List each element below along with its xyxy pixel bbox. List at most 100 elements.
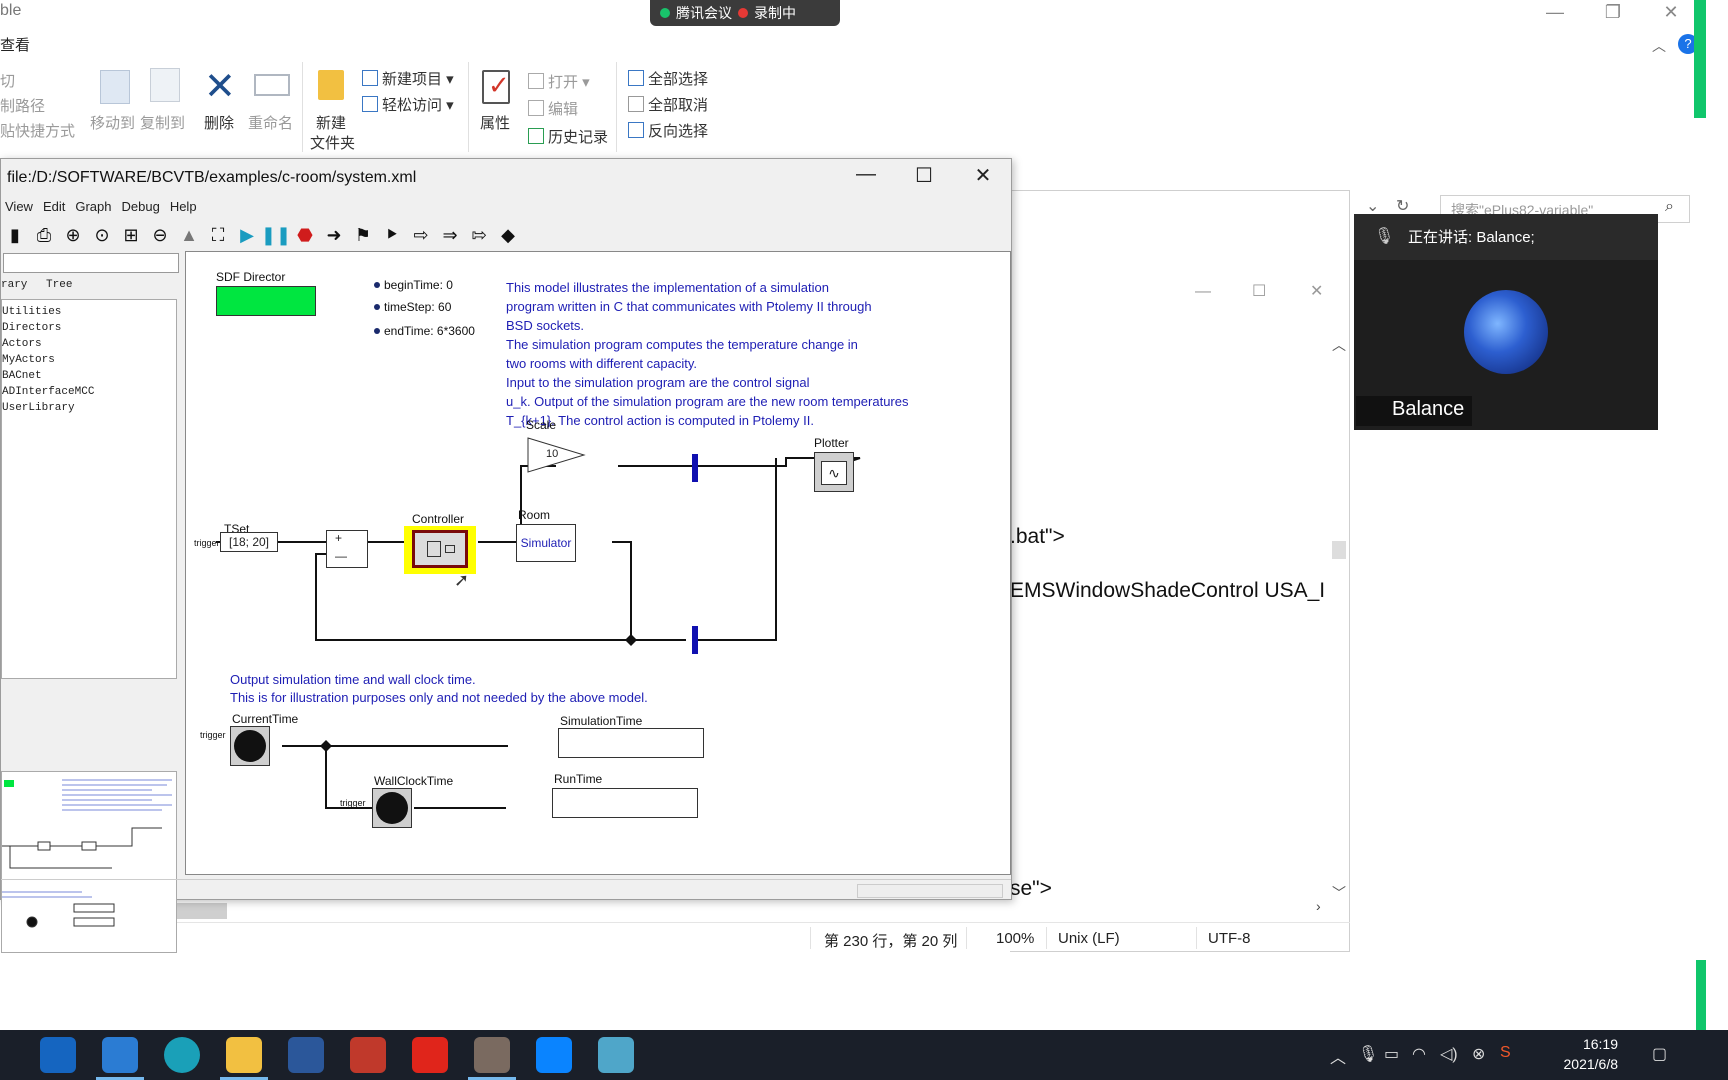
run-icon[interactable]: ▶: [235, 224, 259, 246]
menu-debug[interactable]: Debug: [122, 199, 160, 214]
line-ending[interactable]: Unix (LF): [1058, 930, 1120, 947]
layout-icon[interactable]: ▲: [177, 224, 201, 246]
tab-view[interactable]: 查看: [0, 34, 30, 55]
wall-clock-time-block[interactable]: [372, 788, 412, 828]
encoding[interactable]: UTF-8: [1208, 930, 1251, 947]
word-icon[interactable]: [288, 1037, 324, 1073]
meeting-video-panel[interactable]: 正在讲话: Balance; 🎙 Balance: [1354, 214, 1658, 430]
library-item[interactable]: ADInterfaceMCC: [2, 384, 176, 400]
minimize-button[interactable]: —: [1540, 2, 1570, 23]
relation-icon[interactable]: ◆: [496, 224, 520, 246]
tab-tree[interactable]: Tree: [46, 279, 72, 291]
battery-icon[interactable]: ▭: [1384, 1044, 1399, 1064]
maximize-button[interactable]: ☐: [904, 163, 944, 188]
add-subtract-block[interactable]: + —: [326, 530, 368, 568]
menu-edit[interactable]: Edit: [43, 199, 65, 214]
invert-selection-button[interactable]: 反向选择: [628, 120, 708, 141]
pause-icon[interactable]: ❚❚: [261, 224, 291, 246]
wifi-icon[interactable]: ◠: [1412, 1044, 1426, 1064]
horizontal-scrollbar[interactable]: ‹ ›: [70, 898, 1350, 920]
collapse-ribbon-icon[interactable]: ︿: [1652, 36, 1666, 56]
plotter-block[interactable]: ∿: [814, 452, 854, 492]
chevron-up-icon[interactable]: ︿: [1330, 1044, 1346, 1068]
code-line[interactable]: EMSWindowShadeControl USA_I: [1010, 579, 1325, 603]
scrollbar-thumb[interactable]: [1332, 541, 1346, 559]
cut-label[interactable]: 切: [0, 70, 15, 91]
open-button[interactable]: 打开 ▾: [528, 71, 590, 92]
paste-shortcut-label[interactable]: 贴快捷方式: [0, 120, 75, 141]
stop-icon[interactable]: ⬣: [293, 224, 317, 246]
simulator-block[interactable]: Simulator: [516, 524, 576, 562]
rename-button[interactable]: 重命名: [248, 112, 293, 133]
library-item[interactable]: BACnet: [2, 368, 176, 384]
notification-icon[interactable]: ▢: [1652, 1044, 1667, 1064]
output-note-line[interactable]: Output simulation time and wall clock ti…: [230, 670, 476, 689]
simulation-time-display[interactable]: [558, 728, 704, 758]
youdao-icon[interactable]: [412, 1037, 448, 1073]
close-button[interactable]: ✕: [1310, 281, 1323, 301]
minimize-button[interactable]: —: [846, 163, 886, 186]
tab-library[interactable]: rary: [1, 279, 27, 291]
restore-button[interactable]: ❐: [1598, 2, 1628, 23]
scroll-up-icon[interactable]: ︿: [1332, 335, 1346, 355]
select-all-button[interactable]: 全部选择: [628, 68, 708, 89]
calendar-icon[interactable]: [40, 1037, 76, 1073]
io-port-icon[interactable]: ⇰: [467, 224, 491, 246]
code-line[interactable]: .bat">: [1010, 525, 1065, 549]
port-icon[interactable]: ⯈: [380, 224, 404, 246]
ptolemy-icon[interactable]: [474, 1037, 510, 1073]
minimize-button[interactable]: —: [1195, 283, 1211, 301]
print-icon[interactable]: ⎙: [32, 224, 56, 246]
close-button[interactable]: ✕: [963, 163, 1003, 188]
menu-help[interactable]: Help: [170, 199, 197, 214]
edge-icon[interactable]: [164, 1037, 200, 1073]
history-button[interactable]: 历史记录: [528, 126, 608, 147]
move-to-button[interactable]: 移动到: [90, 112, 135, 133]
controller-block[interactable]: [412, 530, 468, 568]
properties-button[interactable]: 属性: [480, 112, 510, 133]
photos-icon[interactable]: [536, 1037, 572, 1073]
clock[interactable]: 16:19 2021/6/8: [1564, 1034, 1619, 1074]
library-item[interactable]: Actors: [2, 336, 176, 352]
menu-graph[interactable]: Graph: [75, 199, 111, 214]
menu-view[interactable]: View: [5, 199, 33, 214]
save-icon[interactable]: ▮: [3, 224, 27, 246]
library-item[interactable]: Directors: [2, 320, 176, 336]
copy-to-button[interactable]: 复制到: [140, 112, 185, 133]
volume-icon[interactable]: ◁): [1440, 1044, 1458, 1064]
library-item[interactable]: UserLibrary: [2, 400, 176, 416]
zoom-fit-icon[interactable]: ⊞: [119, 224, 143, 246]
chevron-down-icon[interactable]: ⌄: [1366, 196, 1379, 216]
zoom-in-icon[interactable]: ⊕: [61, 224, 85, 246]
model-overview[interactable]: [1, 771, 177, 953]
refresh-icon[interactable]: ↻: [1396, 196, 1409, 216]
library-item[interactable]: Utilities: [2, 304, 176, 320]
meeting-status-bar[interactable]: 腾讯会议 录制中: [650, 0, 840, 26]
new-folder-label-1[interactable]: 新建: [316, 112, 346, 133]
scroll-right-icon[interactable]: ›: [1316, 898, 1321, 914]
todo-icon[interactable]: [102, 1037, 138, 1073]
easy-access-button[interactable]: 轻松访问 ▾: [362, 94, 454, 115]
flag-icon[interactable]: ⚑: [351, 224, 375, 246]
multiport-icon[interactable]: ⇒: [438, 224, 462, 246]
microphone-icon[interactable]: 🎙: [1358, 1044, 1378, 1064]
hollow-arrow-icon[interactable]: ⇨: [409, 224, 433, 246]
zoom-level[interactable]: 100%: [996, 930, 1034, 947]
close-button[interactable]: ✕: [1656, 2, 1686, 23]
select-none-button[interactable]: 全部取消: [628, 94, 708, 115]
arrow-icon[interactable]: ➜: [322, 224, 346, 246]
wps-icon[interactable]: [350, 1037, 386, 1073]
library-item[interactable]: MyActors: [2, 352, 176, 368]
new-item-button[interactable]: 新建项目 ▾: [362, 68, 454, 89]
close-circle-icon[interactable]: ⊗: [1472, 1044, 1485, 1064]
file-explorer-icon[interactable]: [226, 1037, 262, 1073]
model-canvas[interactable]: SDF Director beginTime: 0 timeStep: 60 e…: [185, 251, 1011, 875]
edit-button[interactable]: 编辑: [528, 98, 578, 119]
fullscreen-icon[interactable]: ⛶: [206, 224, 230, 246]
copy-path-label[interactable]: 制路径: [0, 95, 45, 116]
output-note-line[interactable]: This is for illustration purposes only a…: [230, 688, 648, 707]
notepad-icon[interactable]: [598, 1037, 634, 1073]
zoom-out-icon[interactable]: ⊖: [148, 224, 172, 246]
maximize-button[interactable]: ☐: [1252, 281, 1266, 301]
search-icon[interactable]: ⌕: [1665, 198, 1674, 216]
